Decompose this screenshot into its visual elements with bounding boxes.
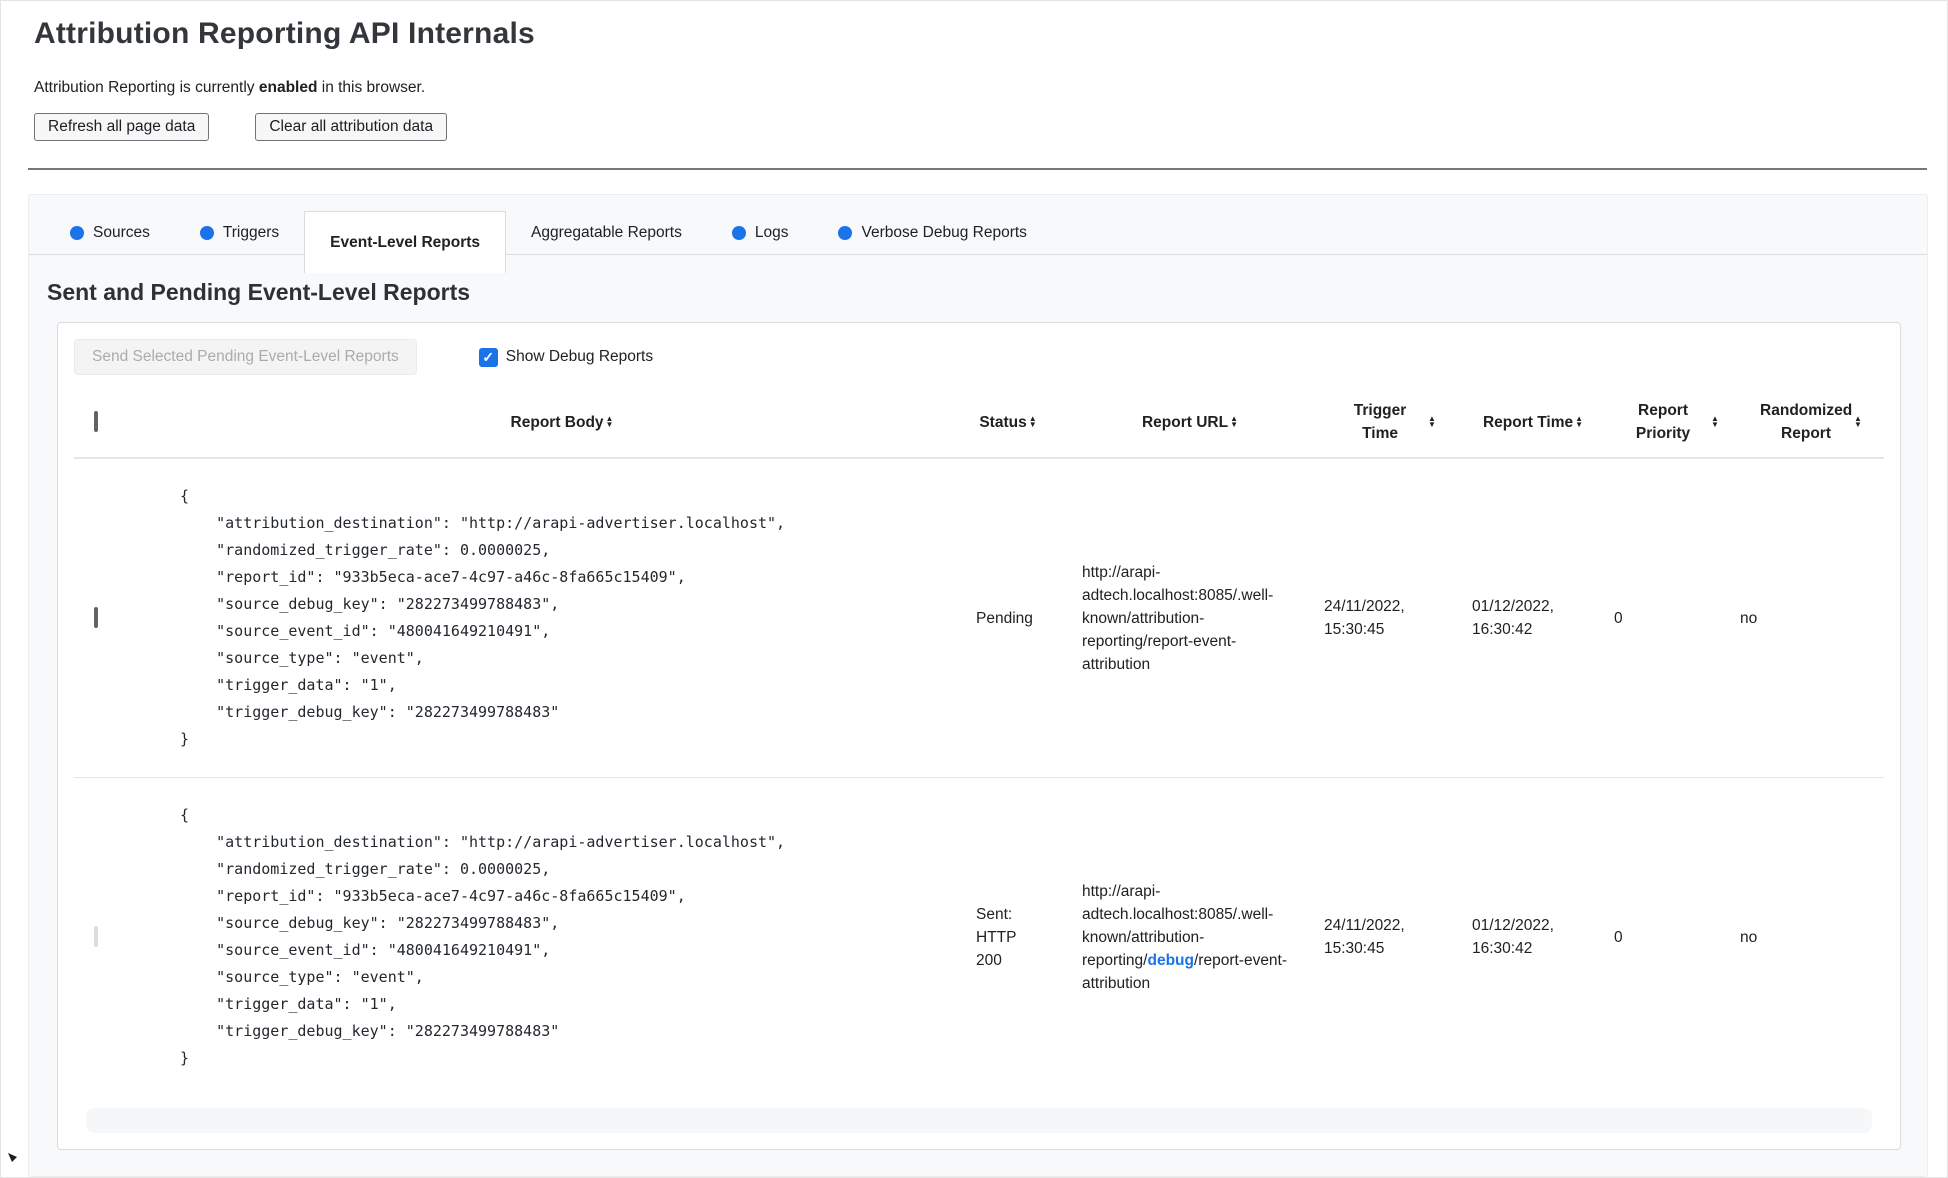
column-label: Randomized Report [1760, 402, 1853, 442]
page-header: Attribution Reporting API Internals Attr… [1, 1, 1947, 141]
column-label: Status [979, 413, 1027, 431]
url-prefix: http://arapi-adtech.localhost:8085/.well… [1082, 563, 1274, 673]
reports-table: Report Body ▲ ▼ Status ▲ ▼ Report URL ▲ ▼ T… [74, 387, 1884, 1133]
report-url-text: http://arapi-adtech.localhost:8085/.well… [1082, 880, 1294, 995]
sort-down-icon: ▼ [1711, 420, 1719, 429]
tab-label: Event-Level Reports [330, 233, 481, 251]
select-all-checkbox[interactable] [94, 411, 98, 432]
report-url-cell: http://arapi-adtech.localhost:8085/.well… [1048, 880, 1298, 995]
tab-label: Sources [93, 223, 150, 241]
sort-down-icon: ▼ [605, 420, 614, 429]
header-divider [28, 168, 1927, 170]
sort-arrows-icon: ▲ ▼ [1230, 415, 1239, 429]
status-enabled-word: enabled [258, 79, 318, 96]
url-debug-segment: debug [1147, 951, 1194, 969]
sort-arrows-icon: ▲ ▼ [1711, 415, 1719, 429]
report-url-cell: http://arapi-adtech.localhost:8085/.well… [1048, 561, 1298, 676]
status-cell: Sent: HTTP 200 [976, 905, 1017, 969]
report-priority-cell: 0 [1614, 609, 1623, 627]
report-row-sent: { "attribution_destination": "http://ara… [74, 777, 1884, 1096]
column-header-randomized-report[interactable]: Randomized Report ▲ ▼ [1722, 387, 1882, 457]
tab-verbose-debug-reports[interactable]: Verbose Debug Reports [813, 211, 1051, 254]
sort-arrows-icon: ▲ ▼ [1854, 415, 1862, 429]
report-body-cell: { "attribution_destination": "http://ara… [164, 778, 960, 1096]
refresh-all-button[interactable]: Refresh all page data [34, 113, 210, 141]
report-body-cell: { "attribution_destination": "http://ara… [164, 459, 960, 777]
report-priority-cell: 0 [1614, 928, 1623, 946]
section-heading: Sent and Pending Event-Level Reports [47, 279, 471, 305]
notification-dot-icon [70, 225, 84, 240]
trigger-time-cell: 24/11/2022, 15:30:45 [1324, 598, 1405, 638]
show-debug-reports-toggle[interactable]: ✓ Show Debug Reports [478, 347, 654, 367]
tab-content-wrapper: Sources Triggers Event-Level Reports Agg… [28, 194, 1928, 1177]
column-header-status[interactable]: Status ▲ ▼ [960, 399, 1048, 446]
sort-down-icon: ▼ [1428, 420, 1436, 429]
sort-arrows-icon: ▲ ▼ [1575, 415, 1584, 429]
sort-down-icon: ▼ [1575, 420, 1584, 429]
table-footer-strip [86, 1108, 1872, 1133]
column-header-trigger-time[interactable]: Trigger Time ▲ ▼ [1298, 387, 1446, 457]
notification-dot-icon [199, 225, 214, 240]
column-label: Trigger Time [1353, 402, 1407, 442]
tab-label: Verbose Debug Reports [861, 223, 1027, 241]
column-header-report-url[interactable]: Report URL ▲ ▼ [1048, 399, 1298, 446]
clear-all-button[interactable]: Clear all attribution data [255, 113, 448, 141]
tab-label: Logs [754, 223, 789, 241]
sort-down-icon: ▼ [1028, 420, 1037, 429]
sort-down-icon: ▼ [1230, 420, 1239, 429]
table-header-row: Report Body ▲ ▼ Status ▲ ▼ Report URL ▲ ▼ T… [74, 387, 1884, 458]
header-buttons: Refresh all page data Clear all attribut… [34, 113, 1927, 141]
column-header-report-time[interactable]: Report Time ▲ ▼ [1446, 399, 1594, 446]
column-header-report-priority[interactable]: Report Priority ▲ ▼ [1594, 387, 1722, 457]
column-label: Report Body [510, 413, 604, 431]
column-label: Report URL [1141, 413, 1229, 431]
report-time-cell: 01/12/2022, 16:30:42 [1472, 598, 1554, 638]
status-prefix: Attribution Reporting is currently [34, 79, 259, 96]
checked-checkbox-icon[interactable]: ✓ [478, 347, 498, 367]
notification-dot-icon [731, 225, 746, 240]
tab-sources[interactable]: Sources [45, 211, 175, 254]
report-body-json: { "attribution_destination": "http://ara… [180, 487, 786, 748]
report-time-cell: 01/12/2022, 16:30:42 [1472, 917, 1554, 957]
tab-strip: Sources Triggers Event-Level Reports Agg… [29, 195, 1927, 273]
show-debug-reports-label: Show Debug Reports [505, 348, 654, 365]
tab-triggers[interactable]: Triggers [175, 211, 304, 254]
select-all-cell [74, 401, 164, 443]
tab-label: Aggregatable Reports [531, 223, 682, 241]
row-select-cell [74, 926, 164, 947]
randomized-report-cell: no [1740, 928, 1758, 946]
row-checkbox-disabled [94, 926, 98, 947]
mouse-cursor-icon [8, 1153, 17, 1162]
status-suffix: in this browser. [317, 79, 426, 96]
reports-panel: Send Selected Pending Event-Level Report… [57, 322, 1901, 1150]
report-url-text: http://arapi-adtech.localhost:8085/.well… [1082, 561, 1294, 676]
sort-down-icon: ▼ [1854, 420, 1862, 429]
table-footer-gap [74, 1096, 1884, 1108]
column-label: Report Priority [1635, 402, 1691, 442]
row-select-cell [74, 607, 164, 628]
column-header-report-body[interactable]: Report Body ▲ ▼ [164, 399, 960, 446]
column-label: Report Time [1482, 413, 1574, 431]
tab-aggregatable-reports[interactable]: Aggregatable Reports [506, 211, 707, 254]
send-selected-reports-button[interactable]: Send Selected Pending Event-Level Report… [74, 339, 417, 375]
randomized-report-cell: no [1740, 609, 1758, 627]
sort-arrows-icon: ▲ ▼ [605, 415, 614, 429]
report-body-json: { "attribution_destination": "http://ara… [180, 806, 786, 1067]
tab-logs[interactable]: Logs [707, 211, 814, 254]
tab-label: Triggers [222, 223, 280, 241]
status-cell: Pending [976, 609, 1033, 627]
sort-arrows-icon: ▲ ▼ [1428, 415, 1436, 429]
row-checkbox[interactable] [94, 607, 98, 628]
attribution-internals-page: Attribution Reporting API Internals Attr… [0, 0, 1948, 1178]
feature-status-text: Attribution Reporting is currently enabl… [34, 79, 1927, 97]
tab-event-level-reports[interactable]: Event-Level Reports [304, 211, 507, 273]
trigger-time-cell: 24/11/2022, 15:30:45 [1324, 917, 1405, 957]
page-title: Attribution Reporting API Internals [34, 17, 535, 50]
reports-toolbar: Send Selected Pending Event-Level Report… [74, 337, 1884, 387]
sort-arrows-icon: ▲ ▼ [1028, 415, 1037, 429]
notification-dot-icon [838, 225, 853, 240]
report-row-pending: { "attribution_destination": "http://ara… [74, 458, 1884, 777]
